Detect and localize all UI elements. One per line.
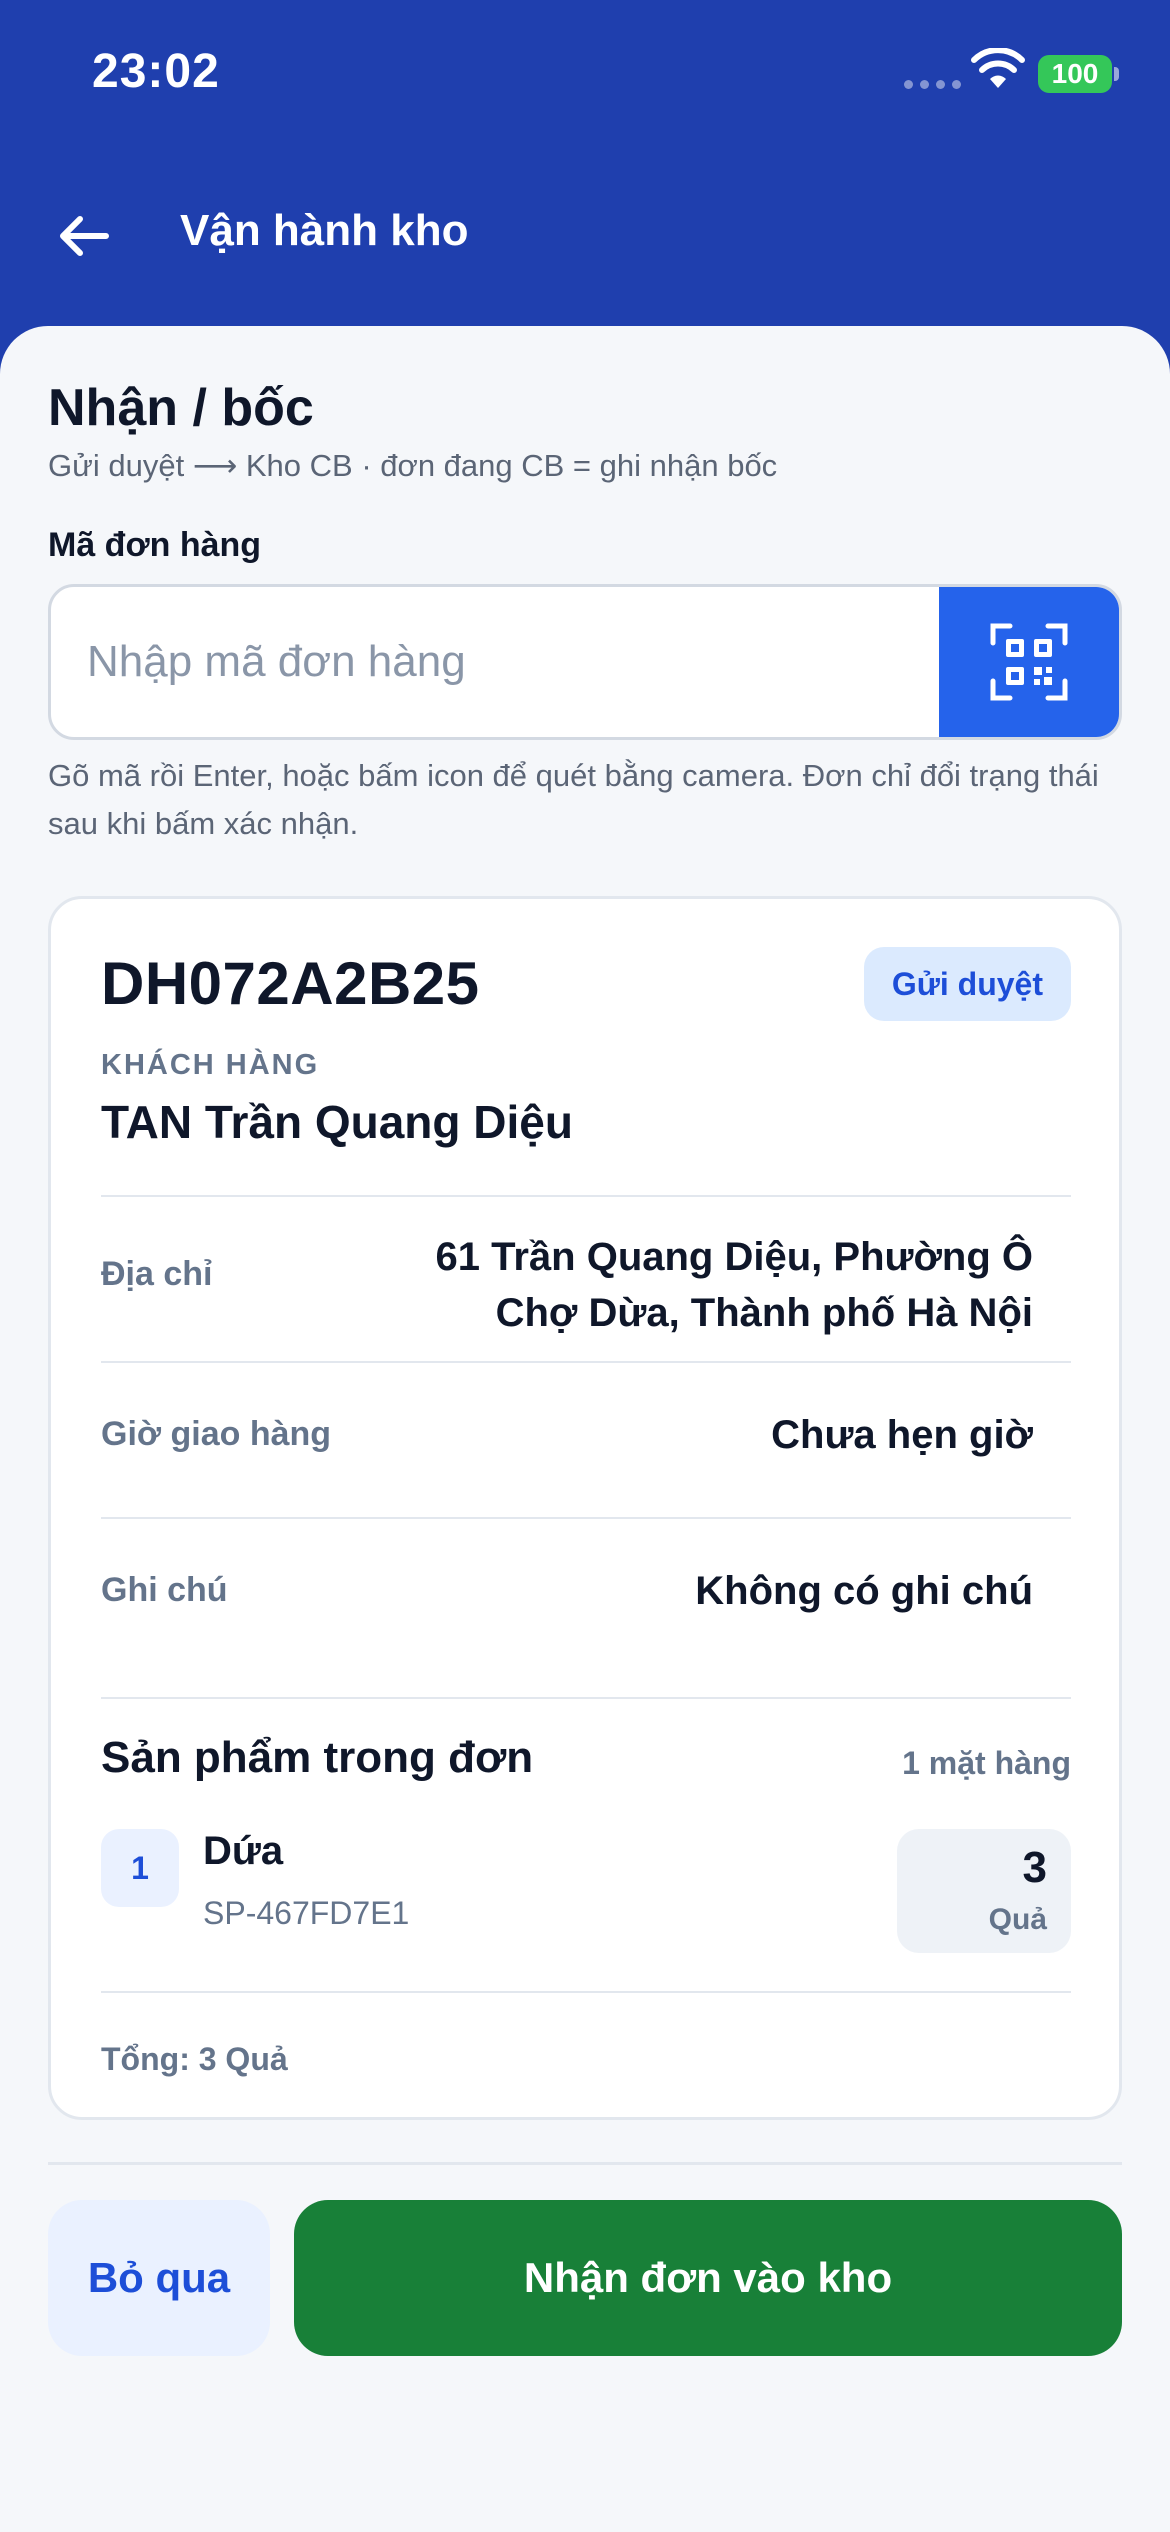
signal-dots-icon — [904, 80, 961, 89]
product-sku: SP-467FD7E1 — [203, 1895, 410, 1931]
delivery-time-value: Chưa hẹn giờ — [771, 1413, 1033, 1457]
product-index-badge: 1 — [101, 1829, 179, 1907]
product-name: Dứa — [203, 1829, 284, 1873]
order-code-label: Mã đơn hàng — [48, 526, 262, 564]
top-nav: Vận hành kho — [0, 180, 1170, 290]
address-label: Địa chỉ — [101, 1255, 213, 1293]
page-title: Vận hành kho — [180, 206, 469, 255]
status-bar: 23:02 100 — [0, 0, 1170, 150]
scan-helper-text: Gõ mã rồi Enter, hoặc bấm icon để quét b… — [48, 758, 1099, 841]
battery-icon: 100 — [1038, 55, 1112, 93]
receive-order-button[interactable]: Nhận đơn vào kho — [294, 2200, 1122, 2356]
customer-name: TAN Trần Quang Diệu — [101, 1096, 573, 1148]
section-title: Nhận / bốc — [48, 379, 314, 437]
qr-scan-icon — [990, 623, 1068, 701]
product-quantity: 3 — [1022, 1843, 1047, 1892]
divider — [101, 1991, 1071, 1993]
product-row: 1 Dứa SP-467FD7E1 3 Quả — [101, 1829, 1071, 1953]
order-card: DH072A2B25 Gửi duyệt KHÁCH HÀNG TAN Trần… — [48, 896, 1122, 2120]
product-unit: Quả — [988, 1903, 1047, 1936]
customer-label: KHÁCH HÀNG — [101, 1049, 320, 1081]
battery-cap — [1114, 67, 1119, 81]
divider — [101, 1517, 1071, 1519]
status-time: 23:02 — [92, 45, 220, 98]
content-sheet: Nhận / bốc Gửi duyệt ⟶ Kho CB · đơn đang… — [0, 326, 1170, 2532]
delivery-time-label: Giờ giao hàng — [101, 1415, 332, 1453]
divider — [101, 1697, 1071, 1699]
wifi-icon — [971, 48, 1025, 88]
footer-divider — [48, 2162, 1122, 2165]
qr-scan-button[interactable] — [939, 587, 1119, 737]
arrow-left-icon[interactable] — [52, 204, 116, 268]
divider — [101, 1361, 1071, 1363]
order-code-field — [48, 584, 1122, 740]
status-badge: Gửi duyệt — [863, 947, 1071, 1021]
note-value: Không có ghi chú — [695, 1569, 1033, 1613]
battery-level: 100 — [1051, 58, 1099, 89]
address-value: 61 Trần Quang Diệu, Phường Ô Chợ Dừa, Th… — [435, 1235, 1033, 1335]
divider — [101, 1195, 1071, 1197]
product-quantity-box: 3 Quả — [897, 1829, 1071, 1953]
order-code-input[interactable] — [51, 587, 941, 737]
products-title: Sản phẩm trong đơn — [101, 1733, 534, 1782]
note-label: Ghi chú — [101, 1571, 228, 1609]
order-code: DH072A2B25 — [101, 950, 480, 1017]
products-count: 1 mặt hàng — [902, 1745, 1071, 1781]
section-subtitle: Gửi duyệt ⟶ Kho CB · đơn đang CB = ghi n… — [48, 448, 778, 483]
order-total: Tổng: 3 Quả — [101, 2041, 288, 2077]
skip-button[interactable]: Bỏ qua — [48, 2200, 270, 2356]
